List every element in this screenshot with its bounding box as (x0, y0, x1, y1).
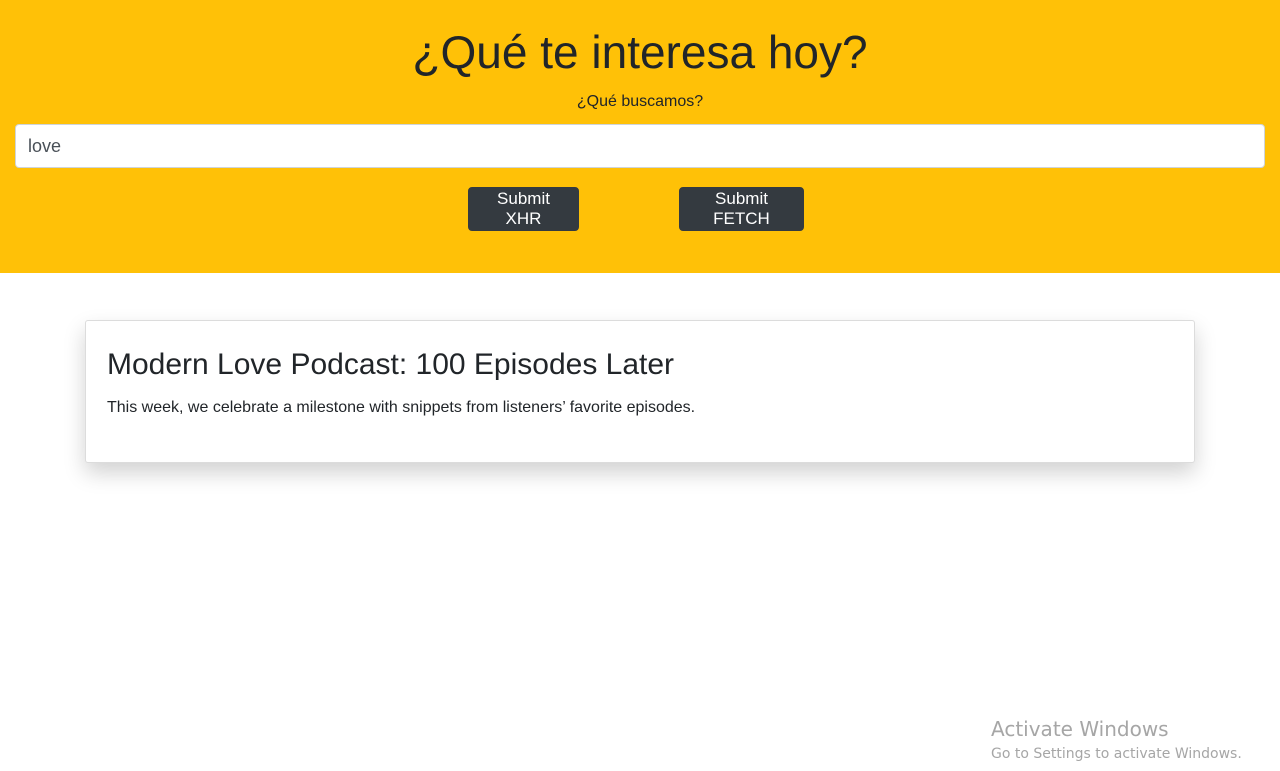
submit-xhr-button[interactable]: Submit XHR (468, 187, 579, 231)
page-title: ¿Qué te interesa hoy? (412, 26, 868, 78)
result-abstract: This week, we celebrate a milestone with… (107, 399, 696, 416)
watermark-title: Activate Windows (991, 717, 1169, 741)
search-label: ¿Qué buscamos? (576, 93, 704, 110)
result-card: Modern Love Podcast: 100 Episodes Later … (85, 320, 1195, 463)
result-title: Modern Love Podcast: 100 Episodes Later (107, 348, 675, 381)
watermark-subtitle: Go to Settings to activate Windows. (991, 746, 1242, 762)
submit-fetch-button[interactable]: Submit FETCH (679, 187, 804, 231)
search-header: ¿Qué te interesa hoy? ¿Qué buscamos? Sub… (0, 0, 1280, 273)
activate-windows-watermark: Activate Windows Go to Settings to activ… (991, 715, 1242, 765)
search-input[interactable] (15, 124, 1265, 168)
